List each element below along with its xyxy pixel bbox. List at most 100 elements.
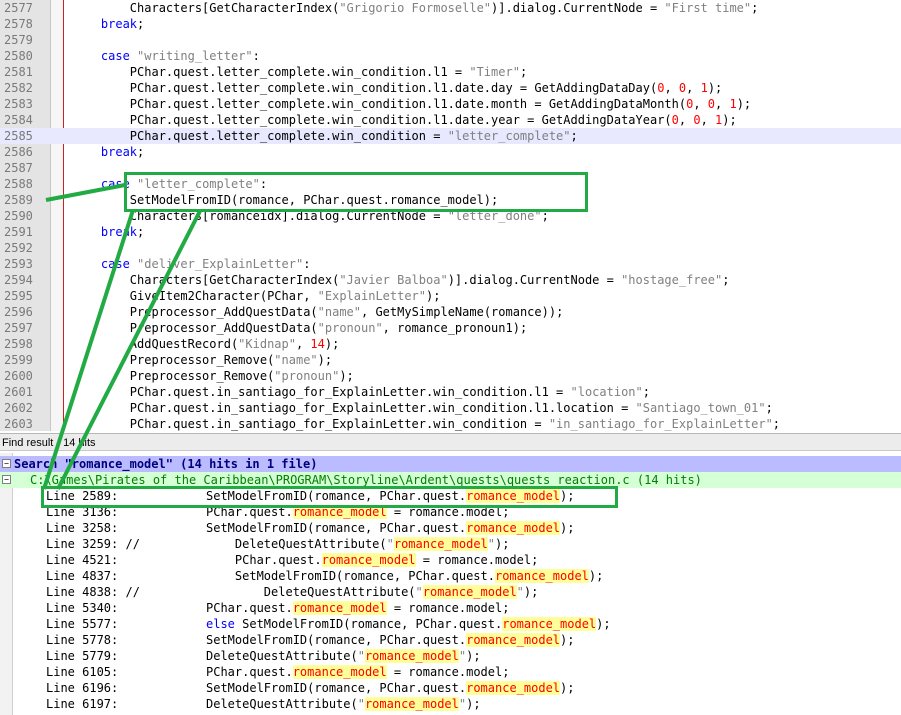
hit-row[interactable]: Line 6105: PChar.quest.romance_model = ro… [0, 664, 901, 680]
hit-row[interactable]: Line 4838: // DeleteQuestAttribute("roma… [0, 584, 901, 600]
line-number: 2584 [4, 113, 33, 127]
line-number: 2586 [4, 145, 33, 159]
code-line[interactable]: 2594 Characters[GetCharacterIndex("Javie… [0, 272, 901, 288]
line-number: 2578 [4, 17, 33, 31]
find-result-panel[interactable]: − Search "romance_model" (14 hits in 1 f… [0, 453, 901, 715]
code-text[interactable]: case "deliver_ExplainLetter": [72, 256, 311, 272]
code-line[interactable]: 2578 break; [0, 16, 901, 32]
code-text[interactable]: PChar.quest.letter_complete.win_conditio… [72, 112, 737, 128]
code-text[interactable]: Characters[GetCharacterIndex("Javier Bal… [72, 272, 730, 288]
hit-line-number: Line 3259: // [46, 537, 140, 551]
code-line[interactable]: 2581 PChar.quest.letter_complete.win_con… [0, 64, 901, 80]
code-line[interactable]: 2590 Characters[romanceidx].dialog.Curre… [0, 208, 901, 224]
code-line[interactable]: 2597 Preprocessor_AddQuestData("pronoun"… [0, 320, 901, 336]
hit-row[interactable]: Line 5779: DeleteQuestAttribute("romance_… [0, 648, 901, 664]
code-line[interactable]: 2588 case "letter_complete": [0, 176, 901, 192]
line-number: 2585 [4, 129, 33, 143]
file-path-row[interactable]: − C:\Games\Pirates of the Caribbean\PROG… [0, 472, 901, 488]
code-text[interactable]: break; [72, 224, 144, 240]
code-text[interactable]: PChar.quest.letter_complete.win_conditio… [72, 64, 527, 80]
code-text[interactable]: PChar.quest.letter_complete.win_conditio… [72, 96, 751, 112]
code-line[interactable]: 2583 PChar.quest.letter_complete.win_con… [0, 96, 901, 112]
hit-row[interactable]: Line 3136: PChar.quest.romance_model = ro… [0, 504, 901, 520]
code-text[interactable]: Preprocessor_AddQuestData("pronoun", rom… [72, 320, 527, 336]
hit-row[interactable]: Line 5778: SetModelFromID(romance, PChar.… [0, 632, 901, 648]
code-line[interactable]: 2595 GiveItem2Character(PChar, "ExplainL… [0, 288, 901, 304]
code-line[interactable]: 2585 PChar.quest.letter_complete.win_con… [0, 128, 901, 144]
hit-code: PChar.quest.romance_model = romance.mode… [206, 665, 510, 679]
code-line[interactable]: 2584 PChar.quest.letter_complete.win_con… [0, 112, 901, 128]
code-line[interactable]: 2582 PChar.quest.letter_complete.win_con… [0, 80, 901, 96]
code-text[interactable]: PChar.quest.letter_complete.win_conditio… [72, 128, 578, 144]
code-text[interactable]: Preprocessor_Remove("name"); [72, 352, 332, 368]
search-summary-row[interactable]: − Search "romance_model" (14 hits in 1 f… [0, 456, 901, 472]
code-line[interactable]: 2577 Characters[GetCharacterIndex("Grigo… [0, 0, 901, 16]
collapse-icon[interactable]: − [2, 459, 11, 468]
hit-line-number: Line 4521: [46, 553, 119, 567]
hit-code: PChar.quest.romance_model = romance.mode… [206, 505, 510, 519]
code-line[interactable]: 2592 [0, 240, 901, 256]
hit-row[interactable]: Line 5577: else SetModelFromID(romance, P… [0, 616, 901, 632]
line-number: 2597 [4, 321, 33, 335]
code-line[interactable]: 2579 [0, 32, 901, 48]
code-text[interactable]: PChar.quest.in_santiago_for_ExplainLette… [72, 416, 780, 431]
hit-row[interactable]: Line 2589: SetModelFromID(romance, PChar.… [0, 488, 901, 504]
hit-row[interactable]: Line 5340: PChar.quest.romance_model = ro… [0, 600, 901, 616]
line-number: 2592 [4, 241, 33, 255]
code-line[interactable]: 2601 PChar.quest.in_santiago_for_Explain… [0, 384, 901, 400]
code-line[interactable]: 2591 break; [0, 224, 901, 240]
code-text[interactable]: case "letter_complete": [72, 176, 267, 192]
line-number: 2581 [4, 65, 33, 79]
code-text[interactable]: PChar.quest.in_santiago_for_ExplainLette… [72, 400, 773, 416]
hit-line-number: Line 6197: [46, 697, 119, 711]
hit-line-number: Line 5778: [46, 633, 119, 647]
code-line[interactable]: 2586 break; [0, 144, 901, 160]
code-text[interactable]: GiveItem2Character(PChar, "ExplainLetter… [72, 288, 441, 304]
line-number: 2594 [4, 273, 33, 287]
code-text[interactable]: Characters[romanceidx].dialog.CurrentNod… [72, 208, 549, 224]
code-text[interactable]: Characters[GetCharacterIndex("Grigorio F… [72, 0, 759, 16]
collapse-icon[interactable]: − [2, 475, 11, 484]
line-number: 2599 [4, 353, 33, 367]
code-line[interactable]: 2603 PChar.quest.in_santiago_for_Explain… [0, 416, 901, 431]
code-editor[interactable]: 2577 Characters[GetCharacterIndex("Grigo… [0, 0, 901, 431]
code-line[interactable]: 2602 PChar.quest.in_santiago_for_Explain… [0, 400, 901, 416]
code-line[interactable]: 2593 case "deliver_ExplainLetter": [0, 256, 901, 272]
code-text[interactable]: SetModelFromID(romance, PChar.quest.roma… [72, 192, 498, 208]
hit-row[interactable]: Line 4521: PChar.quest.romance_model = r… [0, 552, 901, 568]
code-text[interactable]: Preprocessor_Remove("pronoun"); [72, 368, 354, 384]
line-number: 2587 [4, 161, 33, 175]
line-number: 2589 [4, 193, 33, 207]
hit-line-number: Line 2589: [46, 489, 119, 503]
code-line[interactable]: 2598 AddQuestRecord("Kidnap", 14); [0, 336, 901, 352]
code-text[interactable]: case "writing_letter": [72, 48, 260, 64]
line-number: 2577 [4, 1, 33, 15]
hit-row[interactable]: Line 3259: // DeleteQuestAttribute("roma… [0, 536, 901, 552]
line-number: 2598 [4, 337, 33, 351]
hit-code: DeleteQuestAttribute("romance_model"); [206, 649, 481, 663]
code-line[interactable]: 2596 Preprocessor_AddQuestData("name", G… [0, 304, 901, 320]
hit-code: DeleteQuestAttribute("romance_model"); [206, 585, 539, 599]
hit-line-number: Line 3258: [46, 521, 119, 535]
code-text[interactable]: break; [72, 16, 144, 32]
code-text[interactable]: PChar.quest.letter_complete.win_conditio… [72, 80, 722, 96]
line-number: 2579 [4, 33, 33, 47]
code-line[interactable]: 2580 case "writing_letter": [0, 48, 901, 64]
code-text[interactable]: AddQuestRecord("Kidnap", 14); [72, 336, 340, 352]
hit-row[interactable]: Line 3258: SetModelFromID(romance, PChar.… [0, 520, 901, 536]
code-line[interactable]: 2589 SetModelFromID(romance, PChar.quest… [0, 192, 901, 208]
hit-row[interactable]: Line 4837: SetModelFromID(romance, PChar… [0, 568, 901, 584]
hit-line-number: Line 5577: [46, 617, 119, 631]
hit-line-number: Line 4838: // [46, 585, 140, 599]
line-number: 2602 [4, 401, 33, 415]
hit-row[interactable]: Line 6197: DeleteQuestAttribute("romance_… [0, 696, 901, 712]
hit-row[interactable]: Line 6196: SetModelFromID(romance, PChar.… [0, 680, 901, 696]
hit-line-number: Line 3136: [46, 505, 119, 519]
code-line[interactable]: 2587 [0, 160, 901, 176]
code-line[interactable]: 2599 Preprocessor_Remove("name"); [0, 352, 901, 368]
code-text[interactable]: Preprocessor_AddQuestData("name", GetMyS… [72, 304, 564, 320]
code-text[interactable]: PChar.quest.in_santiago_for_ExplainLette… [72, 384, 650, 400]
hit-code: SetModelFromID(romance, PChar.quest.roma… [206, 681, 575, 695]
code-text[interactable]: break; [72, 144, 144, 160]
code-line[interactable]: 2600 Preprocessor_Remove("pronoun"); [0, 368, 901, 384]
